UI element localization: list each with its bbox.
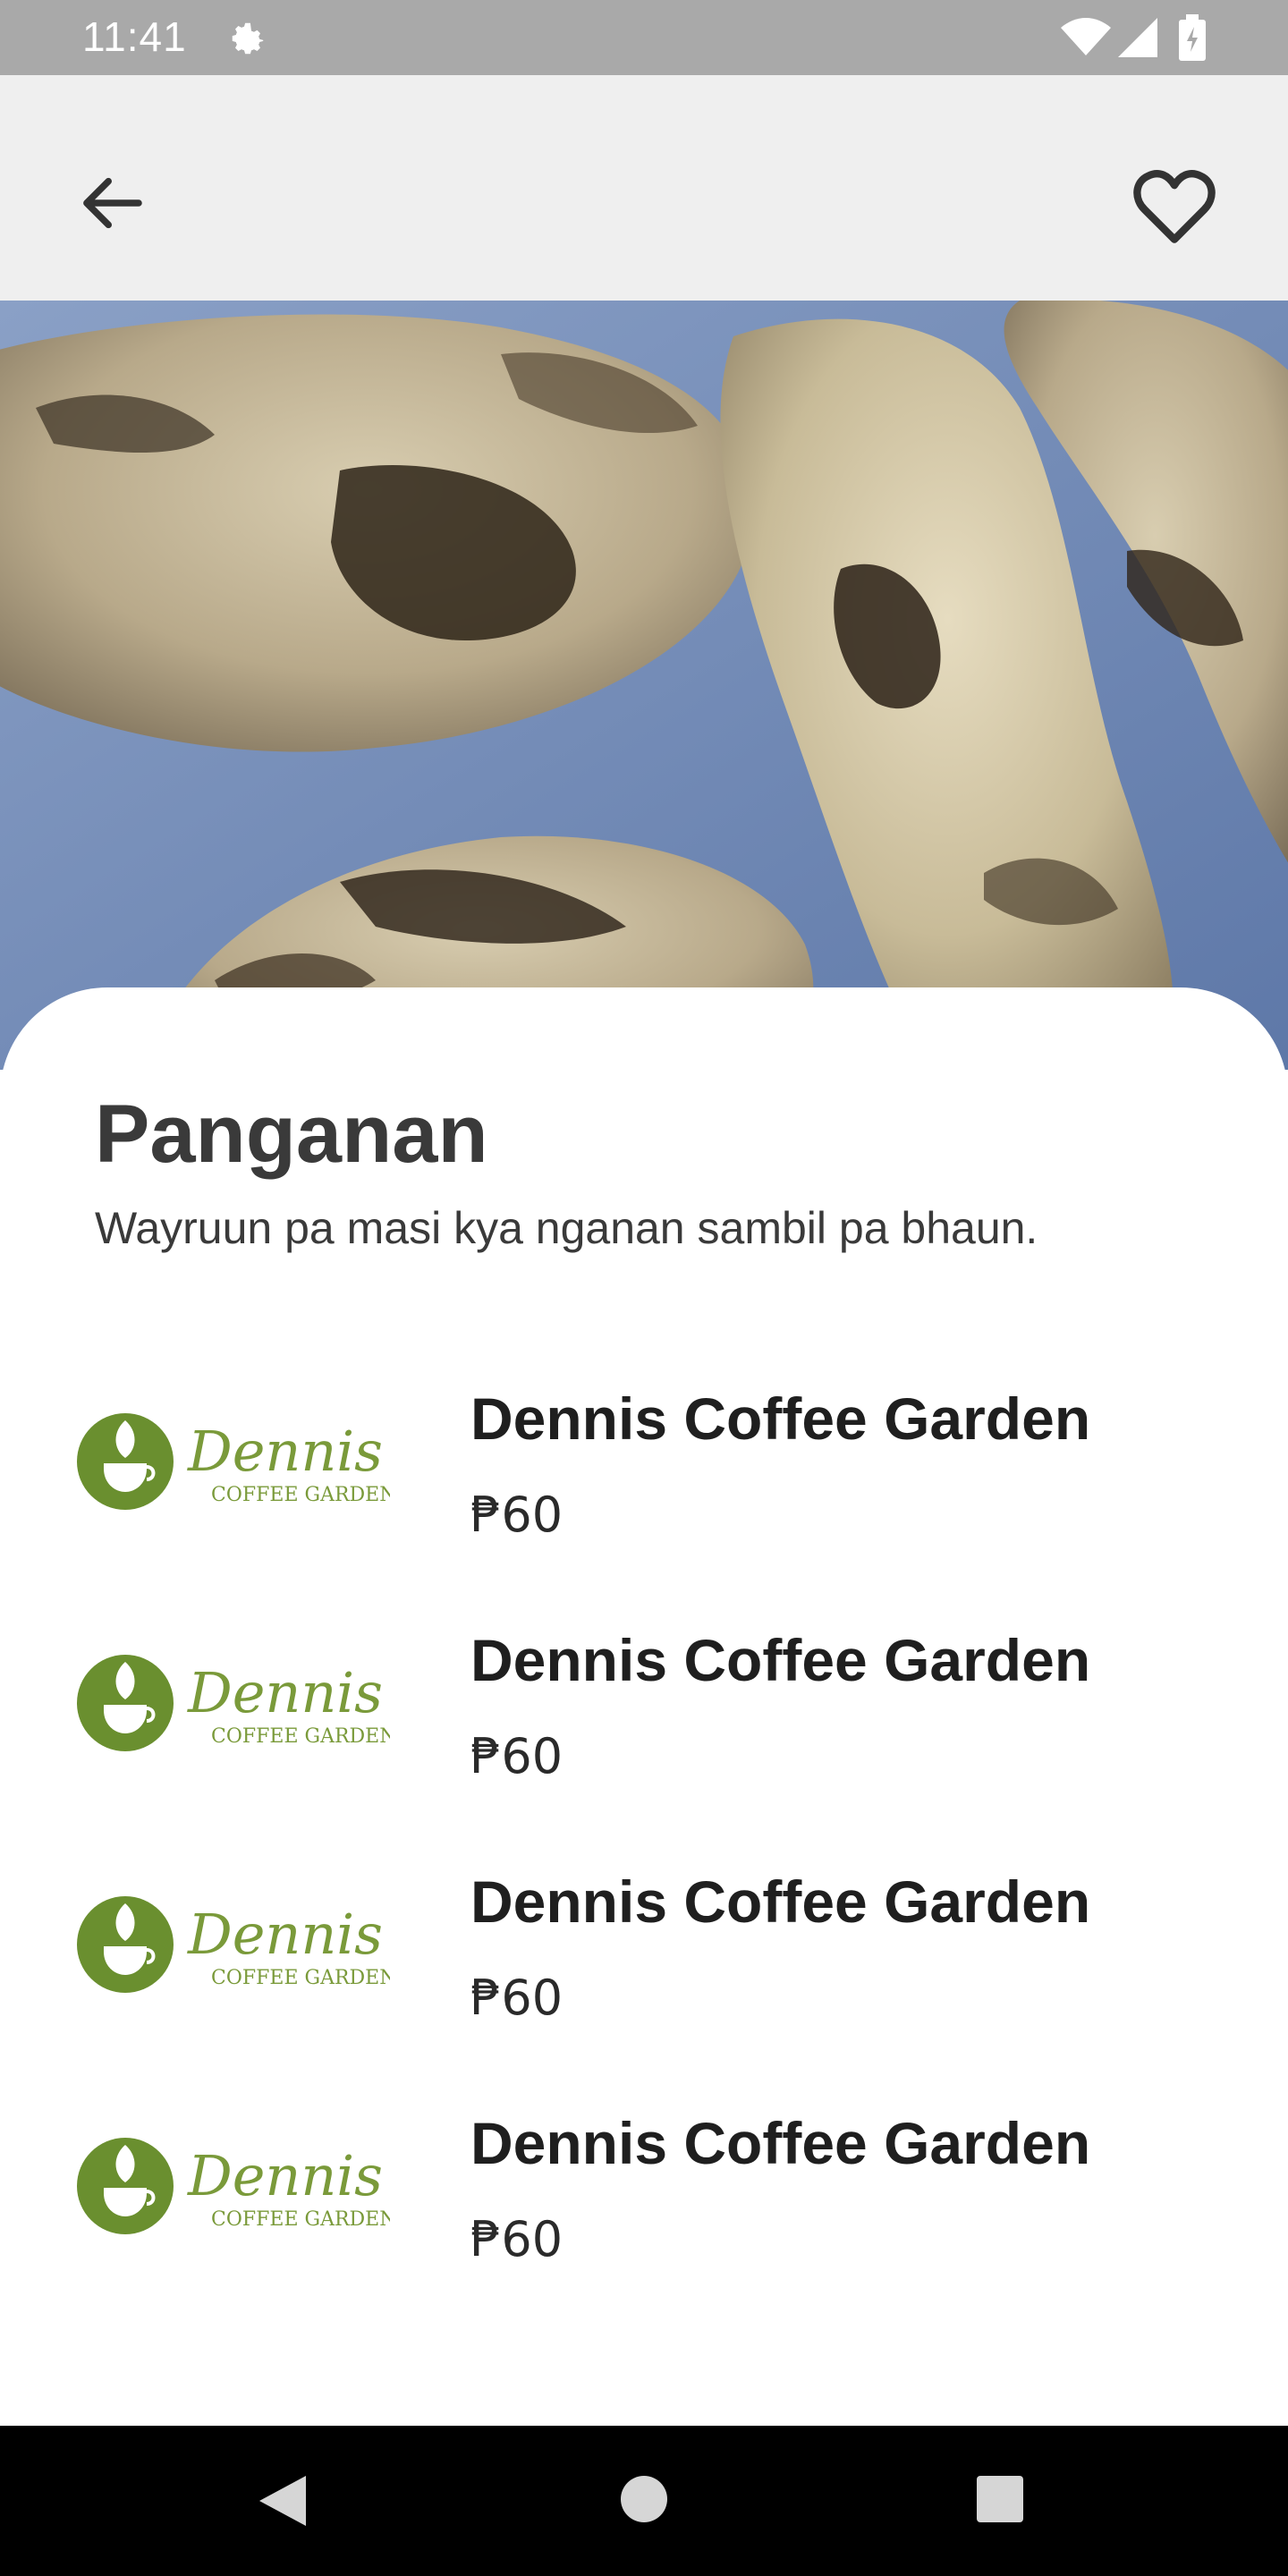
shop-list-item[interactable]: Dennis COFFEE GARDEN Dennis Coffee Garde…: [0, 1614, 1288, 1810]
svg-text:Dennis: Dennis: [187, 1419, 383, 1484]
svg-text:Dennis: Dennis: [187, 1660, 383, 1725]
page-title: Panganan: [95, 1089, 488, 1180]
shop-price: ₱60: [470, 1970, 564, 2026]
shop-price: ₱60: [470, 1487, 564, 1543]
shop-name: Dennis Coffee Garden: [470, 1868, 1091, 1935]
shop-name: Dennis Coffee Garden: [470, 2110, 1091, 2176]
shop-list-item[interactable]: Dennis COFFEE GARDEN Dennis Coffee Garde…: [0, 1855, 1288, 2052]
shop-price: ₱60: [470, 2211, 564, 2267]
shop-list-item[interactable]: Dennis COFFEE GARDEN Dennis Coffee Garde…: [0, 1372, 1288, 1569]
shop-list-item[interactable]: Dennis COFFEE GARDEN Dennis Coffee Garde…: [0, 2097, 1288, 2293]
dennis-coffee-garden-logo: Dennis COFFEE GARDEN: [77, 2138, 390, 2234]
dennis-coffee-garden-logo: Dennis COFFEE GARDEN: [77, 1655, 390, 1751]
food-photo: [0, 301, 1288, 1070]
signal-icon: [1118, 18, 1157, 57]
system-nav-bar: [0, 2426, 1288, 2576]
wifi-icon: [1061, 18, 1111, 55]
svg-text:Dennis: Dennis: [187, 1902, 383, 1967]
shop-price: ₱60: [470, 1728, 564, 1784]
nav-home-icon[interactable]: [621, 2476, 667, 2522]
svg-text:COFFEE GARDEN: COFFEE GARDEN: [211, 2208, 390, 2231]
app-bar: [0, 75, 1288, 301]
back-arrow-icon[interactable]: [72, 163, 152, 243]
shop-name: Dennis Coffee Garden: [470, 1627, 1091, 1693]
svg-text:COFFEE GARDEN: COFFEE GARDEN: [211, 1484, 390, 1506]
battery-icon: [1179, 14, 1206, 61]
heart-icon[interactable]: [1129, 161, 1220, 247]
shop-name: Dennis Coffee Garden: [470, 1385, 1091, 1452]
page-subtitle: Wayruun pa masi kya nganan sambil pa bha…: [95, 1203, 1038, 1253]
dennis-coffee-garden-logo: Dennis COFFEE GARDEN: [77, 1896, 390, 1993]
status-time: 11:41: [82, 13, 187, 60]
hero-image: [0, 301, 1288, 1070]
nav-recents-icon[interactable]: [977, 2476, 1023, 2522]
nav-back-icon[interactable]: [256, 2472, 309, 2529]
content-card: Panganan Wayruun pa masi kya nganan samb…: [0, 987, 1288, 2426]
svg-text:Dennis: Dennis: [187, 2143, 383, 2208]
gear-icon: [232, 22, 264, 55]
status-bar: 11:41: [0, 0, 1288, 75]
dennis-coffee-garden-logo: Dennis COFFEE GARDEN: [77, 1413, 390, 1510]
svg-text:COFFEE GARDEN: COFFEE GARDEN: [211, 1967, 390, 1989]
svg-text:COFFEE GARDEN: COFFEE GARDEN: [211, 1725, 390, 1748]
